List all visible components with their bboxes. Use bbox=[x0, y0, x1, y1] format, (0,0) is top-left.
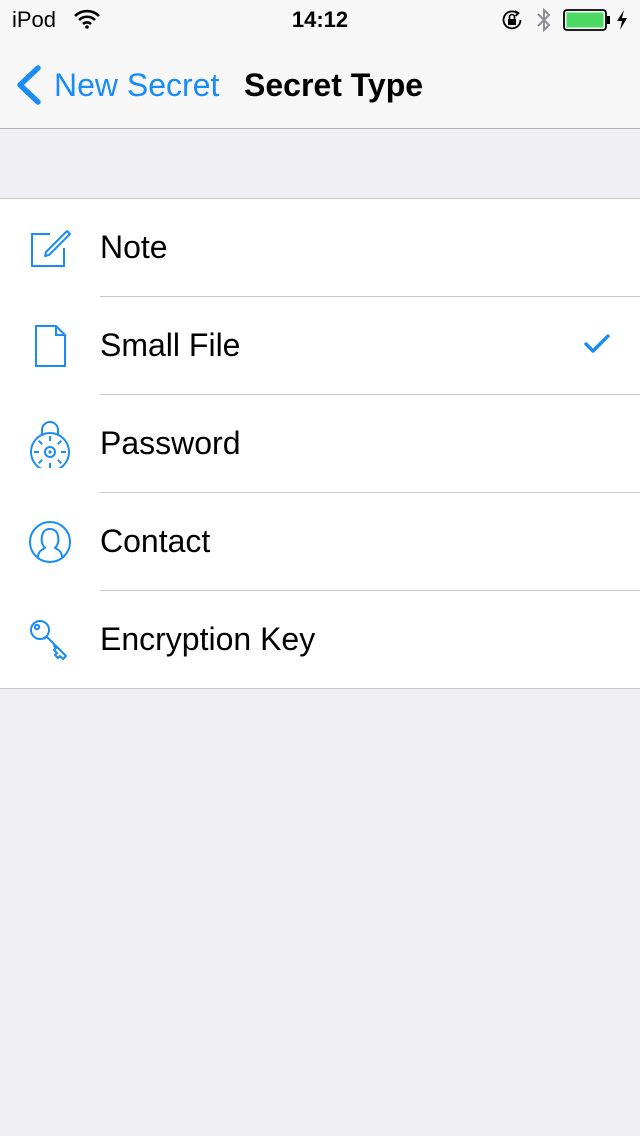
contact-icon bbox=[29, 521, 71, 563]
padlock-icon bbox=[30, 421, 70, 468]
navigation-bar: New Secret Secret Type bbox=[0, 40, 640, 129]
bluetooth-icon bbox=[537, 7, 551, 33]
page-title: Secret Type bbox=[244, 67, 424, 103]
battery-icon bbox=[563, 9, 610, 31]
list-item-label: Encryption Key bbox=[100, 621, 316, 657]
list-item-password[interactable]: Password bbox=[30, 394, 640, 492]
list-item-contact[interactable]: Contact bbox=[29, 492, 640, 590]
list-item-label: Note bbox=[100, 229, 168, 265]
list-item-label: Password bbox=[100, 425, 241, 461]
back-button[interactable]: New Secret bbox=[14, 64, 219, 106]
checkmark-icon bbox=[584, 334, 610, 353]
list-item-small-file[interactable]: Small File bbox=[35, 296, 640, 394]
status-bar: iPod 14:12 bbox=[0, 0, 640, 40]
charging-icon bbox=[617, 10, 627, 30]
rotation-lock-icon bbox=[502, 10, 522, 30]
chevron-left-icon bbox=[17, 65, 41, 105]
list-item-note[interactable]: Note bbox=[0, 199, 640, 296]
list-item-encryption-key[interactable]: Encryption Key bbox=[30, 590, 640, 688]
list-item-label: Contact bbox=[100, 523, 211, 559]
key-icon bbox=[30, 620, 67, 660]
back-button-label: New Secret bbox=[54, 66, 220, 103]
list-item-label: Small File bbox=[100, 327, 241, 363]
note-edit-icon bbox=[31, 230, 71, 267]
secret-type-list: Note Small File Password Contact Encrypt… bbox=[0, 198, 640, 689]
file-icon bbox=[35, 325, 66, 367]
